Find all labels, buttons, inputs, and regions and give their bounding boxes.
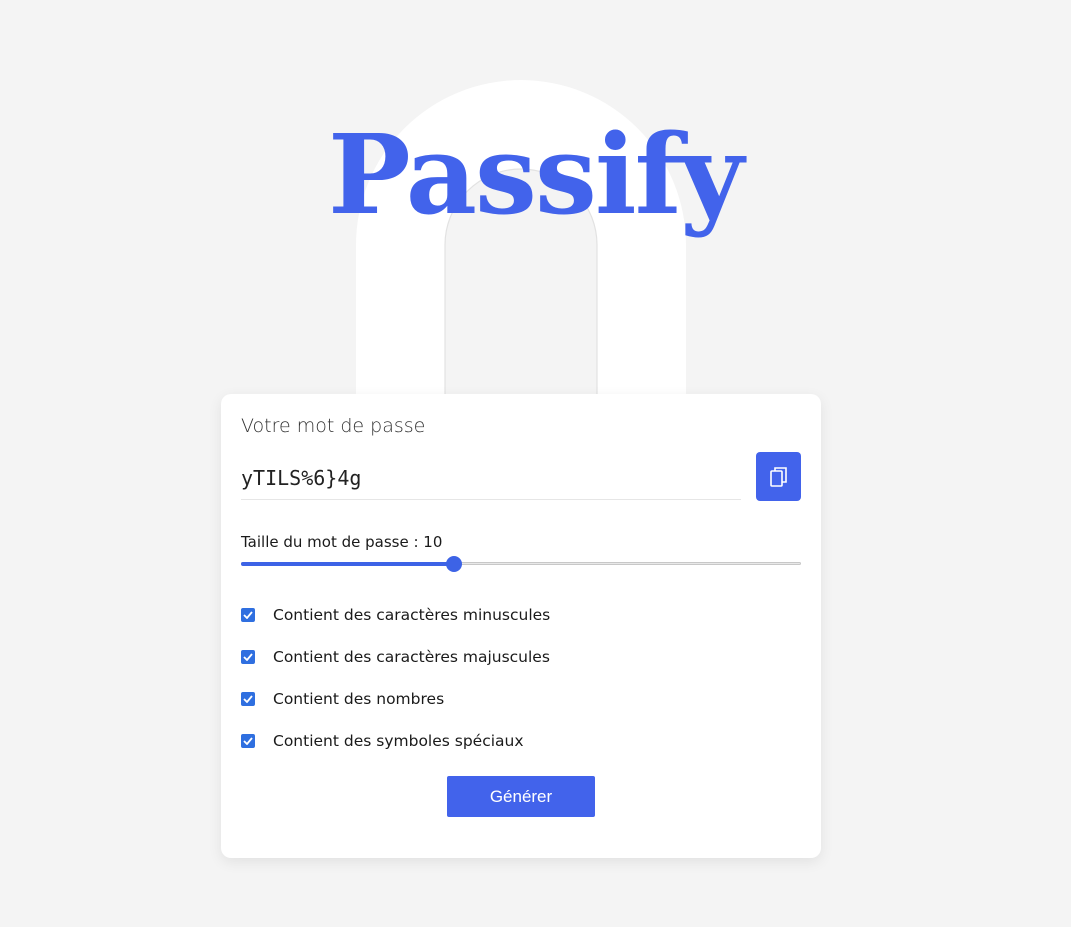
password-row [241,452,801,502]
copy-icon [769,466,789,488]
option-row[interactable]: Contient des nombres [241,678,801,720]
checkbox[interactable] [241,692,255,706]
option-label: Contient des caractères majuscules [273,648,550,666]
option-label: Contient des nombres [273,690,445,708]
option-row[interactable]: Contient des caractères minuscules [241,594,801,636]
option-label: Contient des caractères minuscules [273,606,551,624]
checkbox[interactable] [241,734,255,748]
length-slider[interactable] [241,556,801,572]
slider-thumb[interactable] [445,556,462,572]
slider-fill [241,562,454,566]
card-title: Votre mot de passe [241,415,426,437]
options-list: Contient des caractères minuscules Contie… [241,594,801,762]
checkbox[interactable] [241,650,255,664]
password-field[interactable] [241,452,741,500]
app-logo: Passify [328,110,744,239]
option-row[interactable]: Contient des symboles spéciaux [241,720,801,762]
length-label: Taille du mot de passe : 10 [241,533,443,551]
checkbox[interactable] [241,608,255,622]
generate-button[interactable]: Générer [447,776,595,817]
option-label: Contient des symboles spéciaux [273,732,524,750]
password-generator-card: Votre mot de passe Taille du mot de pass… [221,394,821,858]
option-row[interactable]: Contient des caractères majuscules [241,636,801,678]
copy-button[interactable] [756,452,801,501]
